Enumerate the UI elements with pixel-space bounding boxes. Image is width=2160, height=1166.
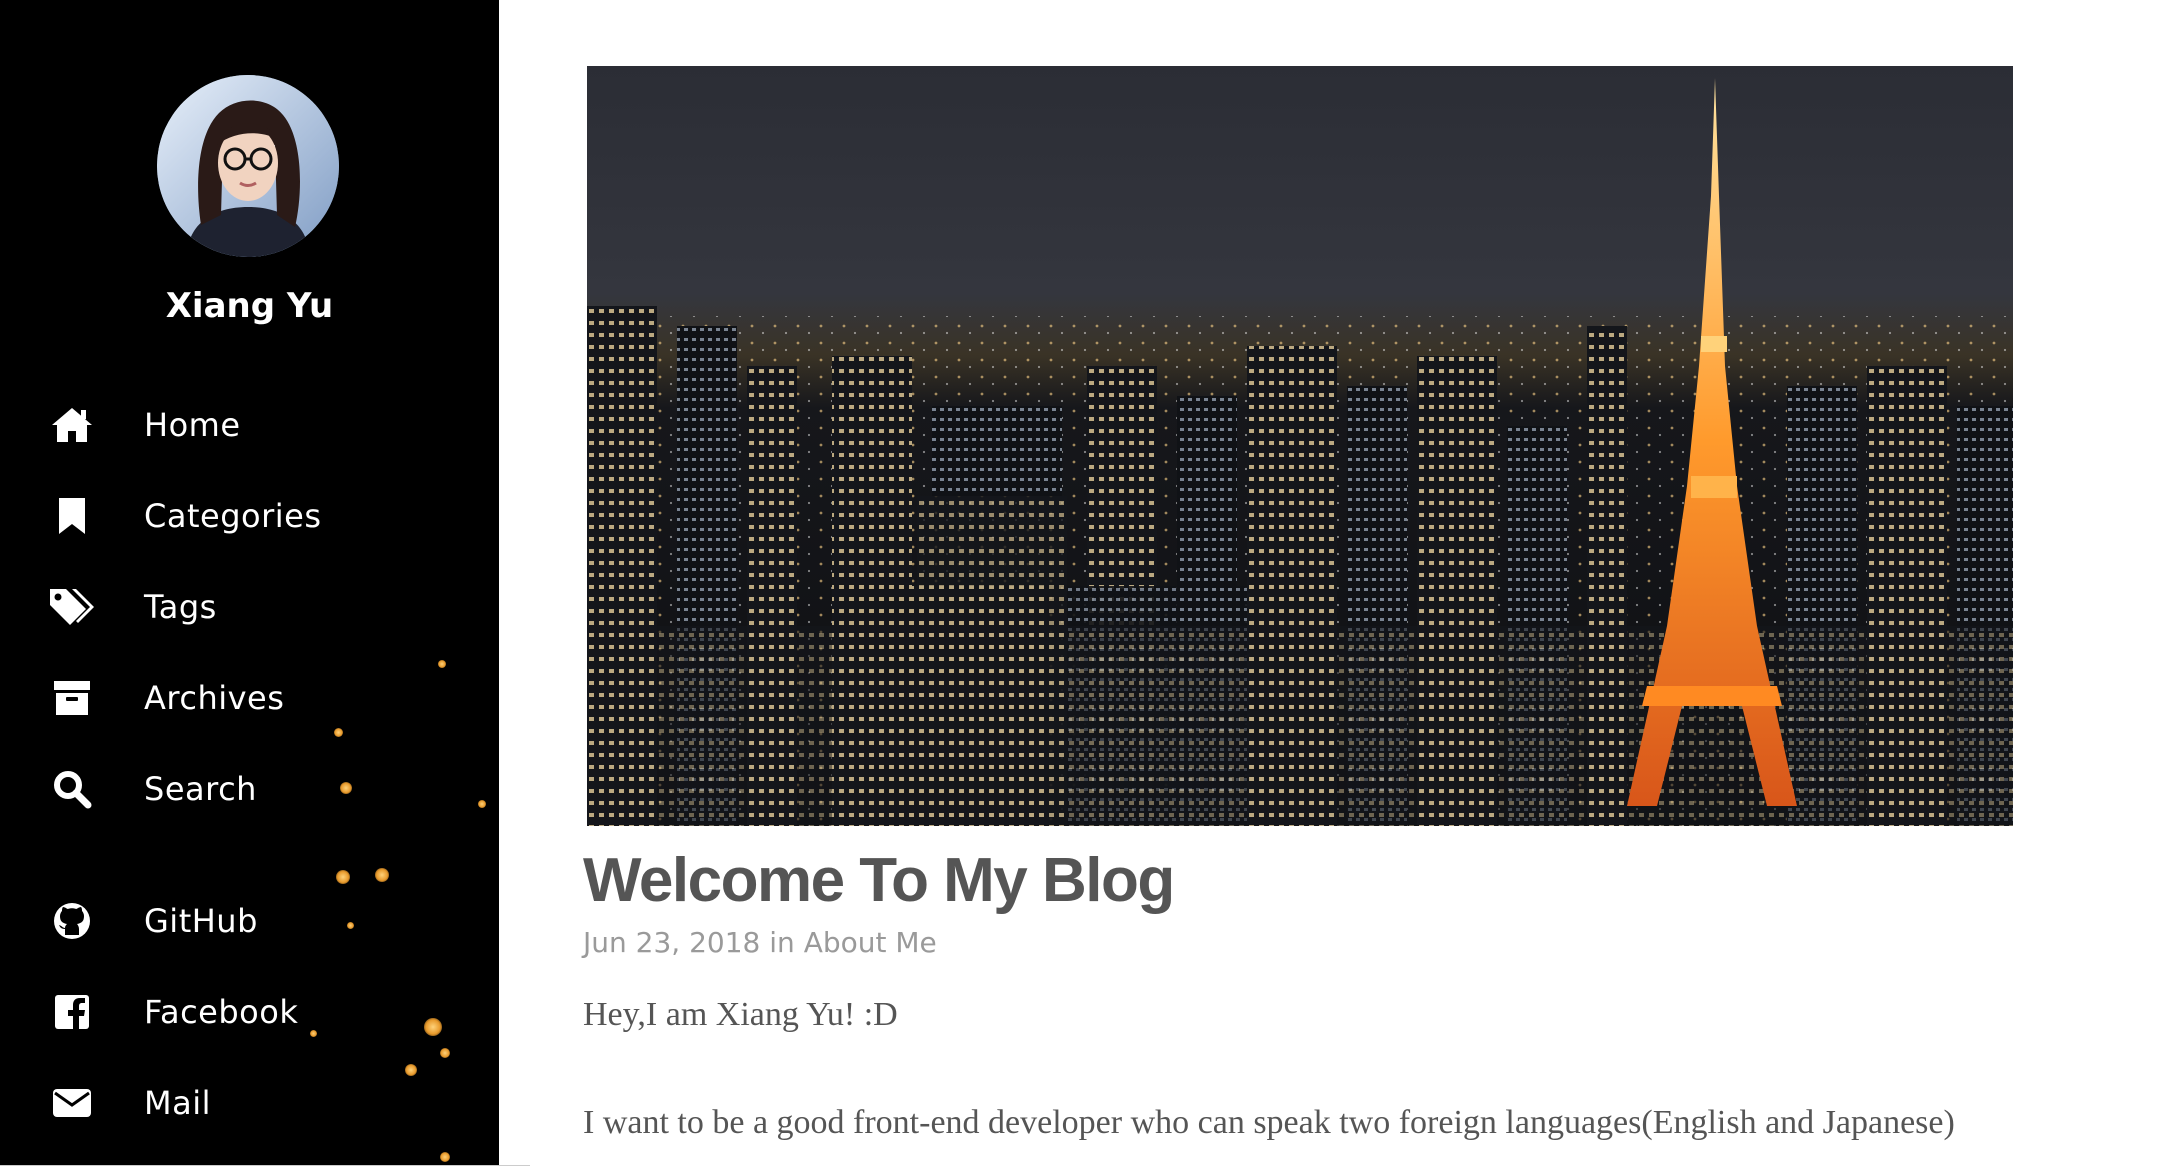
nav-item-mail[interactable]: Mail	[0, 1068, 499, 1138]
post-body: Hey,I am Xiang Yu! :D I want to be a goo…	[583, 996, 2143, 1142]
search-icon	[48, 765, 96, 813]
nav-item-label: Tags	[144, 588, 217, 626]
bookmark-icon	[48, 492, 96, 540]
nav-item-label: Mail	[144, 1084, 211, 1122]
post-meta-in: in	[769, 926, 795, 959]
nav-item-github[interactable]: GitHub	[0, 886, 499, 956]
facebook-icon	[48, 988, 96, 1036]
nav-item-archives[interactable]: Archives	[0, 663, 499, 733]
post-date: Jun 23, 2018	[583, 926, 761, 959]
post-meta: Jun 23, 2018 in About Me	[583, 926, 937, 959]
nav-item-facebook[interactable]: Facebook	[0, 977, 499, 1047]
post-paragraph: Hey,I am Xiang Yu! :D	[583, 996, 898, 1033]
nav-item-tags[interactable]: Tags	[0, 572, 499, 642]
post-title[interactable]: Welcome To My Blog	[583, 845, 1175, 916]
sparkle-decoration	[336, 870, 350, 884]
post-cover-image	[587, 66, 2013, 826]
post-paragraph: I want to be a good front-end developer …	[583, 1104, 1955, 1141]
archive-icon	[48, 674, 96, 722]
sparkle-decoration	[440, 1152, 450, 1162]
sparkle-decoration	[375, 868, 389, 882]
nav-item-label: Categories	[144, 497, 322, 535]
post-category-link[interactable]: About Me	[804, 926, 937, 959]
nav-item-label: Facebook	[144, 993, 299, 1031]
nav-item-label: Home	[144, 406, 241, 444]
author-name: Xiang Yu	[165, 286, 334, 326]
nav-item-label: Archives	[144, 679, 285, 717]
nav-item-home[interactable]: Home	[0, 390, 499, 460]
main-content: Welcome To My Blog Jun 23, 2018 in About…	[499, 0, 2160, 1166]
mail-icon	[48, 1079, 96, 1127]
tokyo-night-skyline-image	[587, 66, 2013, 826]
nav-item-label: GitHub	[144, 902, 258, 940]
github-icon	[48, 897, 96, 945]
sparkle-decoration	[440, 1048, 450, 1058]
nav-item-search[interactable]: Search	[0, 754, 499, 824]
nav-item-label: Search	[144, 770, 257, 808]
tags-icon	[48, 583, 96, 631]
avatar-portrait	[157, 75, 339, 257]
home-icon	[48, 401, 96, 449]
sidebar: Xiang Yu Home Categories Tags Archives S…	[0, 0, 499, 1166]
nav-item-categories[interactable]: Categories	[0, 481, 499, 551]
author-avatar[interactable]	[157, 75, 339, 257]
